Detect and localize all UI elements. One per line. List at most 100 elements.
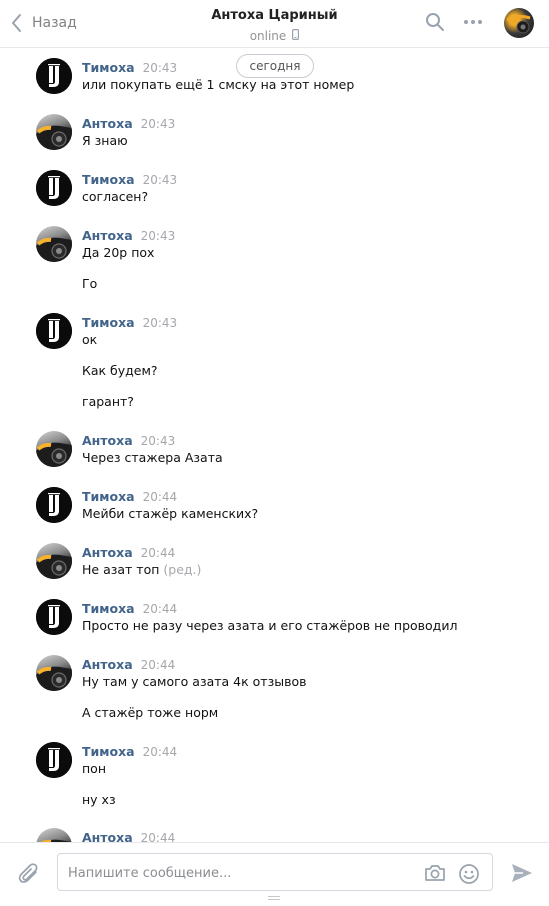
- message-text: Через стажера Азата: [82, 449, 532, 467]
- more-icon[interactable]: [463, 14, 483, 34]
- message-time[interactable]: 20:43: [143, 173, 178, 187]
- author-name[interactable]: Антоха: [82, 545, 133, 560]
- message-text-content: Мейби стажёр каменских?: [82, 506, 259, 521]
- author-name[interactable]: Тимоха: [82, 60, 135, 75]
- message-text: Да 20р пох: [82, 244, 532, 262]
- message-body: Тимоха 20:44 Просто не разу через азата и …: [82, 599, 532, 635]
- message-header: Тимоха 20:44: [82, 599, 532, 617]
- search-icon[interactable]: [425, 12, 445, 36]
- message-text: Мейби стажёр каменских?: [82, 505, 532, 523]
- message-text: или покупать ещё 1 смску на этот номер: [82, 76, 532, 94]
- message-composer: [0, 842, 549, 906]
- contact-avatar[interactable]: [504, 8, 534, 38]
- message-time[interactable]: 20:44: [141, 546, 176, 560]
- message-header: Тимоха 20:44: [82, 487, 532, 505]
- message-time[interactable]: 20:43: [143, 61, 178, 75]
- message-body: Антоха 20:44 Не азат топ (ред.): [82, 543, 532, 579]
- author-name[interactable]: Тимоха: [82, 601, 135, 616]
- avatar[interactable]: [36, 114, 72, 150]
- message-text: гарант?: [82, 393, 532, 411]
- message-body: Тимоха 20:43 согласен?: [82, 170, 532, 206]
- message-text-content: или покупать ещё 1 смску на этот номер: [82, 77, 355, 92]
- online-status: online: [250, 27, 300, 45]
- mobile-icon: [292, 27, 300, 45]
- message-text: Го: [82, 275, 532, 293]
- message-header: Антоха 20:44: [82, 655, 532, 673]
- message-body: Тимоха 20:44 Мейби стажёр каменских?: [82, 487, 532, 523]
- message-text: Ну там у самого азата 4к отзывов: [82, 673, 532, 691]
- avatar[interactable]: [36, 543, 72, 579]
- message-text-content: пон: [82, 761, 106, 776]
- message-time[interactable]: 20:44: [143, 602, 178, 616]
- message-header: Тимоха 20:43: [82, 313, 532, 331]
- avatar[interactable]: [36, 170, 72, 206]
- date-separator: сегодня: [236, 54, 314, 78]
- message-text: пон: [82, 760, 532, 778]
- message-time[interactable]: 20:44: [141, 658, 176, 672]
- message-time[interactable]: 20:43: [141, 229, 176, 243]
- message-body: Антоха 20:43 Через стажера Азата: [82, 431, 532, 467]
- message-time[interactable]: 20:43: [141, 434, 176, 448]
- message-body: Тимоха 20:44 пон ну хз: [82, 742, 532, 809]
- message-header: Тимоха 20:43: [82, 170, 532, 188]
- author-name[interactable]: Тимоха: [82, 172, 135, 187]
- message-header: Антоха 20:44: [82, 543, 532, 561]
- message-text-content: согласен?: [82, 189, 149, 204]
- chat-window: Назад Антоха Цариный online сегодня Тимо…: [0, 0, 549, 906]
- message-input-box[interactable]: [57, 853, 493, 891]
- camera-icon[interactable]: [424, 863, 446, 887]
- author-name[interactable]: Антоха: [82, 116, 133, 131]
- message-time[interactable]: 20:43: [143, 316, 178, 330]
- smile-icon[interactable]: [458, 863, 480, 889]
- chat-header: Назад Антоха Цариный online: [0, 0, 549, 48]
- avatar[interactable]: [36, 742, 72, 778]
- message-body: Антоха 20:43 Да 20р пох Го: [82, 226, 532, 293]
- message-body: Антоха 20:43 Я знаю: [82, 114, 532, 150]
- message-header: Антоха 20:43: [82, 226, 532, 244]
- message-text-content: ок: [82, 332, 98, 347]
- author-name[interactable]: Тимоха: [82, 489, 135, 504]
- author-name[interactable]: Антоха: [82, 433, 133, 448]
- message-text-content: Просто не разу через азата и его стажёро…: [82, 618, 458, 633]
- avatar[interactable]: [36, 58, 72, 94]
- message-text: Не азат топ (ред.): [82, 561, 532, 579]
- author-name[interactable]: Антоха: [82, 228, 133, 243]
- message-body: Тимоха 20:43 ок Как будем? гарант?: [82, 313, 532, 411]
- author-name[interactable]: Тимоха: [82, 744, 135, 759]
- author-name[interactable]: Тимоха: [82, 315, 135, 330]
- avatar[interactable]: [36, 226, 72, 262]
- back-button[interactable]: Назад: [10, 10, 77, 36]
- message-text-content: Да 20р пох: [82, 245, 155, 260]
- back-chevron-icon: [10, 13, 22, 33]
- message-header: Антоха 20:43: [82, 114, 532, 132]
- message-text-content: Как будем?: [82, 363, 158, 378]
- message-input[interactable]: [68, 863, 408, 883]
- message-text-content: Не азат топ: [82, 562, 160, 577]
- message-header: Тимоха 20:44: [82, 742, 532, 760]
- message-text: Как будем?: [82, 362, 532, 380]
- send-icon[interactable]: [511, 863, 533, 887]
- avatar[interactable]: [36, 487, 72, 523]
- message-text: А стажёр тоже норм: [82, 704, 532, 722]
- avatar[interactable]: [36, 431, 72, 467]
- avatar[interactable]: [36, 599, 72, 635]
- message-text-content: Го: [82, 276, 98, 291]
- author-name[interactable]: Антоха: [82, 657, 133, 672]
- resize-handle[interactable]: [268, 896, 280, 902]
- message-text: Просто не разу через азата и его стажёро…: [82, 617, 532, 635]
- message-time[interactable]: 20:44: [143, 490, 178, 504]
- message-text-content: гарант?: [82, 394, 134, 409]
- back-label: Назад: [32, 15, 77, 31]
- message-body: Антоха 20:44 Ну там у самого азата 4к отзы…: [82, 655, 532, 722]
- avatar[interactable]: [36, 655, 72, 691]
- message-time[interactable]: 20:43: [141, 117, 176, 131]
- message-text: ну хз: [82, 791, 532, 809]
- edited-marker: (ред.): [163, 562, 202, 577]
- message-text-content: Я знаю: [82, 133, 128, 148]
- status-text: online: [249, 29, 287, 43]
- message-text-content: А стажёр тоже норм: [82, 705, 219, 720]
- avatar[interactable]: [36, 313, 72, 349]
- message-time[interactable]: 20:44: [143, 745, 178, 759]
- paperclip-icon[interactable]: [18, 861, 40, 889]
- message-header: Антоха 20:43: [82, 431, 532, 449]
